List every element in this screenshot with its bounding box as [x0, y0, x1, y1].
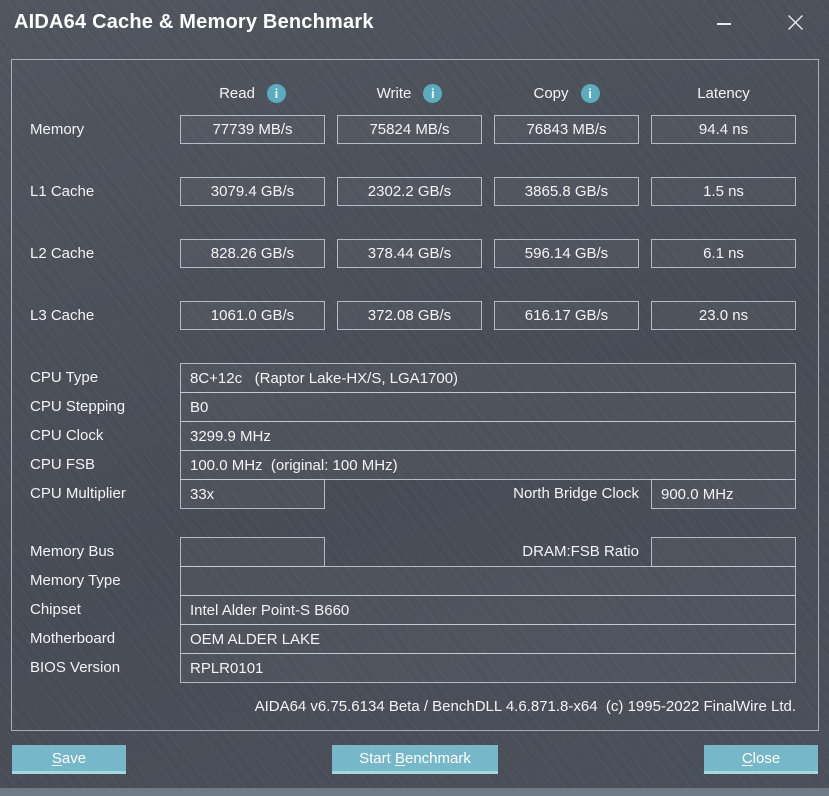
column-header-write: Write i	[337, 82, 482, 104]
motherboard-label: Motherboard	[30, 624, 115, 654]
cpu-type-value: 8C+12c (Raptor Lake-HX/S, LGA1700)	[180, 363, 796, 393]
chipset-value: Intel Alder Point-S B660	[180, 595, 796, 625]
write-info-icon[interactable]: i	[423, 84, 442, 103]
minimize-button[interactable]	[710, 12, 738, 36]
l1-copy-value: 3865.8 GB/s	[494, 177, 639, 206]
start-benchmark-button[interactable]: Start Benchmark	[332, 745, 498, 774]
l2-write-value: 378.44 GB/s	[337, 239, 482, 268]
close-icon	[787, 14, 804, 31]
north-bridge-clock-value: 900.0 MHz	[651, 479, 796, 509]
row-label-l3-cache: L3 Cache	[30, 301, 94, 330]
row-label-memory: Memory	[30, 115, 84, 144]
version-text: AIDA64 v6.75.6134 Beta / BenchDLL 4.6.87…	[255, 698, 796, 715]
copy-header-label: Copy	[533, 85, 568, 102]
north-bridge-clock-label: North Bridge Clock	[342, 479, 639, 509]
latency-header-label: Latency	[697, 85, 750, 102]
title-bar: AIDA64 Cache & Memory Benchmark	[0, 0, 829, 50]
cpu-type-label: CPU Type	[30, 363, 98, 393]
l3-latency-value: 23.0 ns	[651, 301, 796, 330]
row-label-l1-cache: L1 Cache	[30, 177, 94, 206]
cpu-fsb-label: CPU FSB	[30, 450, 95, 480]
close-window-button[interactable]	[782, 9, 808, 35]
save-button-label: Save	[52, 750, 86, 767]
l2-copy-value: 596.14 GB/s	[494, 239, 639, 268]
memory-bus-label: Memory Bus	[30, 537, 114, 567]
l1-write-value: 2302.2 GB/s	[337, 177, 482, 206]
dram-fsb-ratio-value	[651, 537, 796, 567]
bios-version-value: RPLR0101	[180, 653, 796, 683]
cpu-fsb-value: 100.0 MHz (original: 100 MHz)	[180, 450, 796, 480]
l3-read-value: 1061.0 GB/s	[180, 301, 325, 330]
dram-fsb-ratio-label: DRAM:FSB Ratio	[342, 537, 639, 567]
start-benchmark-button-label: Start Benchmark	[359, 750, 471, 767]
memory-bus-value	[180, 537, 325, 567]
cpu-clock-label: CPU Clock	[30, 421, 103, 451]
l2-latency-value: 6.1 ns	[651, 239, 796, 268]
l3-copy-value: 616.17 GB/s	[494, 301, 639, 330]
close-button[interactable]: Close	[704, 745, 818, 774]
row-label-l2-cache: L2 Cache	[30, 239, 94, 268]
cpu-stepping-value: B0	[180, 392, 796, 422]
memory-write-value: 75824 MB/s	[337, 115, 482, 144]
cpu-stepping-label: CPU Stepping	[30, 392, 125, 422]
memory-copy-value: 76843 MB/s	[494, 115, 639, 144]
memory-read-value: 77739 MB/s	[180, 115, 325, 144]
cpu-clock-value: 3299.9 MHz	[180, 421, 796, 451]
write-header-label: Write	[377, 85, 412, 102]
memory-type-label: Memory Type	[30, 566, 121, 596]
copy-info-icon[interactable]: i	[581, 84, 600, 103]
l1-latency-value: 1.5 ns	[651, 177, 796, 206]
chipset-label: Chipset	[30, 595, 81, 625]
save-button[interactable]: Save	[12, 745, 126, 774]
minimize-icon	[717, 23, 731, 25]
l3-write-value: 372.08 GB/s	[337, 301, 482, 330]
bios-version-label: BIOS Version	[30, 653, 120, 683]
memory-type-value	[180, 566, 796, 596]
memory-latency-value: 94.4 ns	[651, 115, 796, 144]
motherboard-value: OEM ALDER LAKE	[180, 624, 796, 654]
window-title: AIDA64 Cache & Memory Benchmark	[14, 11, 374, 34]
window-bottom-edge	[0, 788, 829, 796]
column-header-copy: Copy i	[494, 82, 639, 104]
l1-read-value: 3079.4 GB/s	[180, 177, 325, 206]
benchmark-panel: Read i Write i Copy i Latency Memory 777…	[11, 59, 819, 731]
close-button-label: Close	[742, 750, 780, 767]
column-header-read: Read i	[180, 82, 325, 104]
l2-read-value: 828.26 GB/s	[180, 239, 325, 268]
read-header-label: Read	[219, 85, 255, 102]
cpu-multiplier-value: 33x	[180, 479, 325, 509]
read-info-icon[interactable]: i	[267, 84, 286, 103]
column-header-latency: Latency	[651, 82, 796, 104]
cpu-multiplier-label: CPU Multiplier	[30, 479, 126, 509]
